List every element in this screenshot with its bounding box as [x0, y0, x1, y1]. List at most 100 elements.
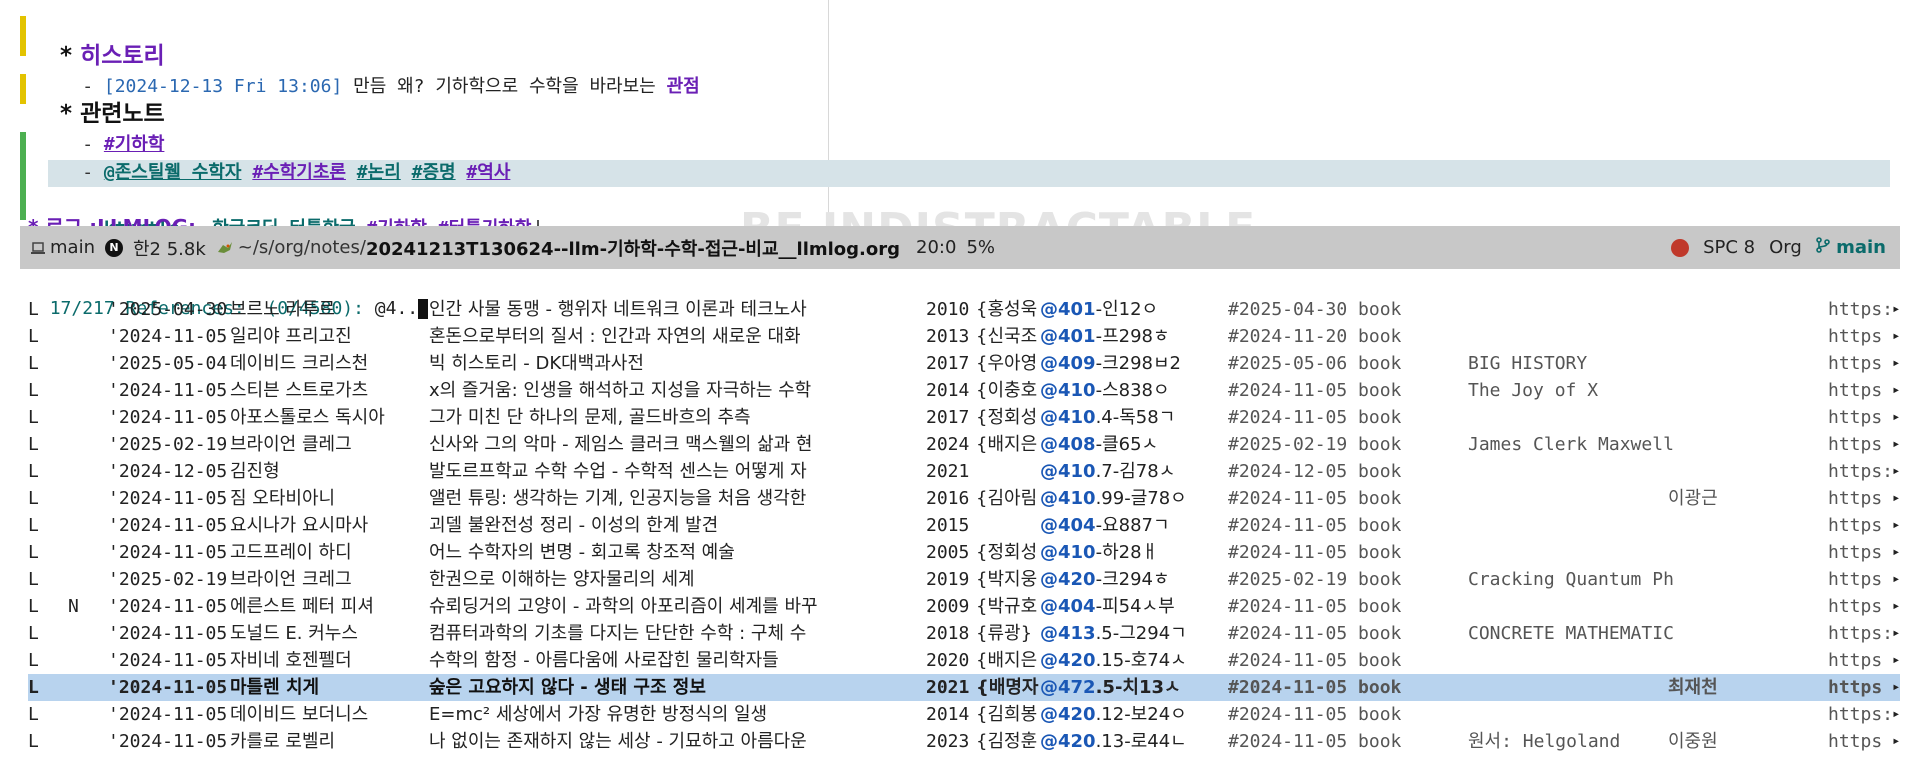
ref-flag: L	[28, 677, 39, 698]
reference-row[interactable]: L '2024-11-05 일리야 프리고진 혼돈으로부터의 질서 : 인간과 자연의…	[28, 323, 1900, 350]
ref-flag: L	[28, 704, 39, 725]
unicorn-icon	[217, 241, 232, 253]
reference-row[interactable]: L '2024-11-05 요시나가 요시마사 괴델 불완전성 정리 - 이성의 한계…	[28, 512, 1900, 539]
heading-history[interactable]: * 히스토리	[28, 16, 165, 69]
reference-row[interactable]: L '2025-02-19 브라이언 클레그 신사와 그의 악마 - 제임스 클러크 …	[28, 431, 1900, 458]
truncation-indicator-icon: ▸	[1892, 355, 1901, 371]
ref-call-suffix: -프298ㅎ	[1095, 326, 1170, 347]
ref-call-suffix: .5-그294ㄱ	[1095, 623, 1187, 644]
ref-author: 카를로 로벨리	[230, 731, 336, 752]
vc-branch[interactable]: main	[1816, 237, 1886, 258]
ref-flag: L	[28, 353, 39, 374]
ref-title: E=mc² 세상에서 가장 유명한 방정식의 일생	[429, 704, 768, 725]
truncation-indicator-icon: ▸	[1892, 409, 1901, 425]
ref-original-title: Cracking Quantum Ph	[1468, 569, 1674, 590]
ref-translator: {이충호	[976, 380, 1038, 401]
reference-completion-list[interactable]: L '2025-04-30 브르노 라투르 인간 사물 동맹 - 행위자 네트워크 이…	[28, 296, 1900, 755]
github-icon[interactable]	[1671, 238, 1690, 257]
ref-translator: {배명자	[976, 677, 1039, 698]
buffer-path[interactable]: ~/s/org/notes/20241213T130624--llm-기하학-수…	[216, 235, 900, 261]
ref-translator: {박규호	[976, 596, 1038, 617]
ref-call-prefix: @410	[1040, 488, 1096, 509]
ref-original-title: 원서: Helgoland	[1468, 731, 1621, 752]
tag-link[interactable]: #역사	[466, 162, 510, 183]
ref-call-number: @472.5-치13ㅅ	[1040, 674, 1250, 701]
list-bullet: -	[71, 162, 104, 183]
reference-row[interactable]: L '2025-05-04 데이비드 크리스천 빅 히스토리 - DK대백과사전 201…	[28, 350, 1900, 377]
major-mode[interactable]: Org	[1769, 237, 1802, 258]
ref-call-number: @410.7-김78ㅅ	[1040, 458, 1250, 485]
ref-call-number: @410.99-글78ㅇ	[1040, 485, 1250, 512]
ref-tags: #2024-11-05 book	[1228, 731, 1402, 752]
ref-title: 슈뢰딩거의 고양이 - 과학의 아포리즘이 세계를 바꾸	[429, 596, 818, 617]
reference-row[interactable]: L '2024-11-05 카를로 로벨리 나 없이는 존재하지 않는 세상 - 기묘…	[28, 728, 1900, 755]
reference-row[interactable]: L '2024-11-05 스티븐 스트로가츠 x의 즐거움: 인생을 해석하고 지성…	[28, 377, 1900, 404]
ref-title: 그가 미친 단 하나의 문제, 골드바흐의 추측	[429, 407, 751, 428]
reference-row[interactable]: L '2024-11-05 고드프레이 하디 어느 수학자의 변명 - 회고록 창조적…	[28, 539, 1900, 566]
reference-row[interactable]: L '2024-11-05 데이비드 보더니스 E=mc² 세상에서 가장 유명한 방…	[28, 701, 1900, 728]
watermark-text: BE INDISTRACTABLE	[740, 204, 1256, 226]
related-note-item[interactable]: - kturtle - 한글코딩 터틀한글 #기하학 #터틀기하학	[28, 188, 540, 226]
reference-row[interactable]: L '2024-11-05 짐 오타비아니 앨런 튜링: 생각하는 기계, 인공지능을…	[28, 485, 1900, 512]
heading-fringe-marker	[20, 16, 26, 56]
tag-link[interactable]: #기하학	[366, 218, 427, 226]
heading-log-partial[interactable]: * 로그 :LLMLOG:	[28, 214, 196, 226]
ref-year: 2015	[926, 515, 970, 536]
ref-author: 김진형	[230, 461, 280, 482]
workspace[interactable]: main	[30, 237, 95, 258]
reference-row[interactable]: L '2024-11-05 자비네 호젠펠더 수학의 함정 - 아름다움에 사로잡힌 …	[28, 647, 1900, 674]
ref-flag: L	[28, 434, 39, 455]
ref-call-number: @404-요887ㄱ	[1040, 512, 1250, 539]
ref-supervisor: 최재천	[1668, 677, 1718, 698]
reference-row[interactable]: L '2025-04-30 브르노 라투르 인간 사물 동맹 - 행위자 네트워크 이…	[28, 296, 1900, 323]
truncation-indicator-icon: ▸	[1892, 706, 1901, 722]
ref-call-suffix: .13-로44ㄴ	[1095, 731, 1187, 752]
ref-date: '2024-11-05	[108, 407, 228, 428]
reference-row[interactable]: L N '2024-11-05 에른스트 페터 피셔 슈뢰딩거의 고양이 - 과학의 아…	[28, 593, 1900, 620]
ref-original-title: CONCRETE MATHEMATIC	[1468, 623, 1674, 644]
org-buffer[interactable]: * 히스토리 - [2024-12-13 Fri 13:06] 만듬 왜? 기하…	[0, 0, 1900, 226]
related-note-item[interactable]: - @존스틸웰 수학자 #수학기초론 #논리 #증명 #역사	[28, 132, 510, 183]
tag-link[interactable]: #논리	[357, 162, 401, 183]
ref-call-prefix: @410	[1040, 407, 1096, 428]
ref-translator: {김아림	[976, 488, 1038, 509]
ref-flag: L	[28, 650, 39, 671]
ref-translator: {배지은	[976, 650, 1038, 671]
ref-author: 브라이언 크레그	[230, 569, 352, 590]
ref-tags: #2024-11-05 book	[1228, 650, 1402, 671]
heading-related-notes[interactable]: * 관련노트	[28, 74, 165, 127]
ref-tags: #2025-04-30 book	[1228, 299, 1402, 320]
minibuffer-prompt[interactable]: 17/217 References: (0/4580): @4..	[28, 270, 429, 319]
ref-author: 데이비드 크리스천	[230, 353, 369, 374]
tag-link[interactable]: #증명	[412, 162, 456, 183]
ref-title: 앨런 튜링: 생각하는 기계, 인공지능을 처음 생각한	[429, 488, 807, 509]
person-link[interactable]: @존스틸웰 수학자	[104, 162, 242, 183]
reference-row[interactable]: L '2024-11-05 도널드 E. 커누스 컴퓨터과학의 기초를 다지는 단단한…	[28, 620, 1900, 647]
ref-call-number: @401-인12ㅇ	[1040, 296, 1250, 323]
ref-call-number: @420.13-로44ㄴ	[1040, 728, 1250, 755]
ref-tags: #2024-11-20 book	[1228, 326, 1402, 347]
ref-tags: #2025-05-06 book	[1228, 353, 1402, 374]
truncation-indicator-icon: ▸	[1892, 544, 1901, 560]
reference-row[interactable]: L '2024-12-05 김진형 발도르프학교 수학 수업 - 수학적 센스는 어떻…	[28, 458, 1900, 485]
ref-author: 아포스톨로스 독시아	[230, 407, 385, 428]
reference-row[interactable]: L '2025-02-19 브라이언 크레그 한권으로 이해하는 양자물리의 세계 20…	[28, 566, 1900, 593]
related-note-item[interactable]: - #기하학	[28, 104, 164, 155]
history-entry[interactable]: - [2024-12-13 Fri 13:06] 만듬 왜? 기하학으로 수학을…	[28, 46, 700, 97]
ref-year: 2023	[926, 731, 970, 752]
tag-link[interactable]: #수학기초론	[252, 162, 346, 183]
ref-flag: L	[28, 569, 39, 590]
ref-title: 숲은 고요하지 않다 - 생태 구조 정보	[429, 677, 706, 698]
ref-tags: #2024-11-05 book	[1228, 596, 1402, 617]
ref-title: 괴델 불완전성 정리 - 이성의 한계 발견	[429, 515, 719, 536]
ref-date: '2025-02-19	[108, 569, 228, 590]
truncation-indicator-icon: ▸	[1892, 517, 1901, 533]
tag-link[interactable]: #터틀기하학	[438, 218, 532, 226]
ref-translator: {김희봉	[976, 704, 1038, 725]
reference-row[interactable]: L '2024-11-05 아포스톨로스 독시아 그가 미친 단 하나의 문제, 골드…	[28, 404, 1900, 431]
ref-author: 도널드 E. 커누스	[230, 623, 358, 644]
ref-supervisor: 이광근	[1668, 488, 1718, 509]
reference-row-selected[interactable]: L '2024-11-05 마틀렌 치게 숲은 고요하지 않다 - 생태 구조 정보 2…	[28, 674, 1900, 701]
ref-title: 발도르프학교 수학 수업 - 수학적 센스는 어떻게 자	[429, 461, 807, 482]
ref-title: 수학의 함정 - 아름다움에 사로잡힌 물리학자들	[429, 650, 779, 671]
